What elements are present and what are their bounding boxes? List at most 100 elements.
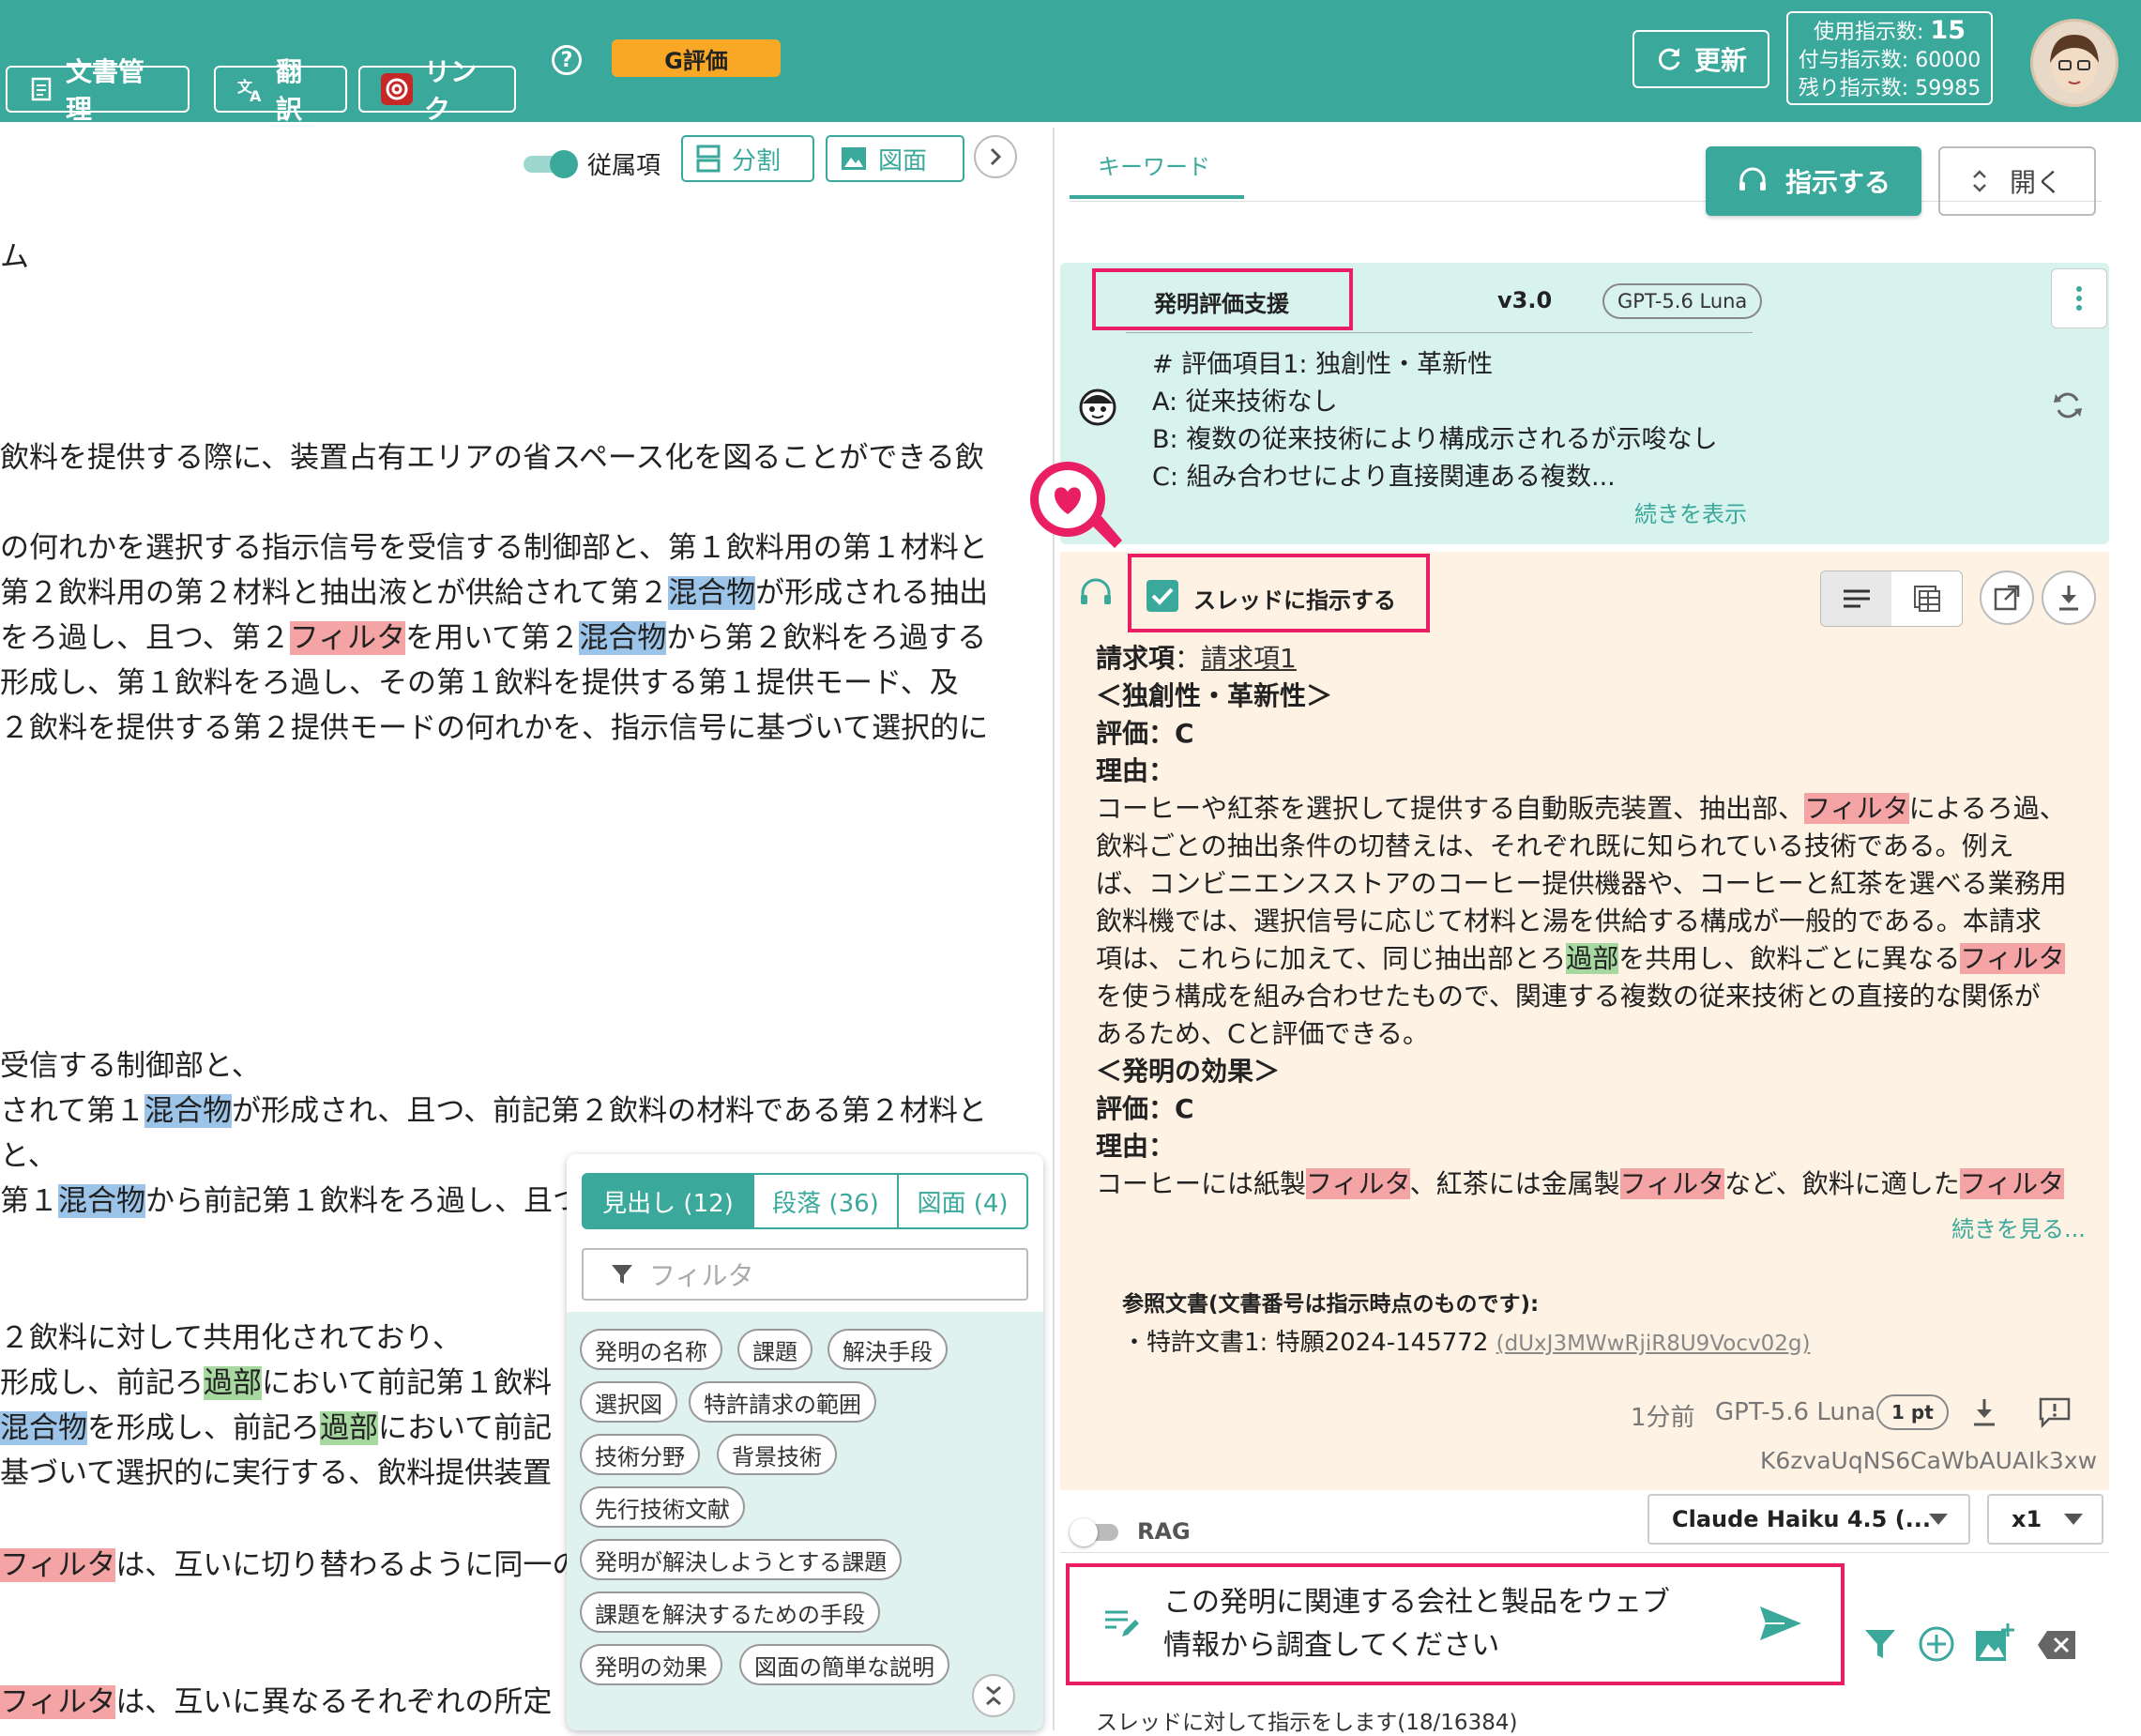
- highlight-term[interactable]: 混合物: [0, 1411, 87, 1445]
- chip-technical-field[interactable]: 技術分野: [580, 1434, 700, 1475]
- highlight-term[interactable]: フィルタ: [1619, 1168, 1725, 1199]
- doc-management-button[interactable]: 文書管理: [6, 56, 190, 125]
- view-toggle-group: [1820, 571, 1963, 627]
- doc-line: 受信する制御部と、: [0, 1049, 261, 1083]
- chip-figure-description[interactable]: 図面の簡単な説明: [739, 1644, 949, 1685]
- download-icon[interactable]: [2042, 571, 2096, 625]
- chip-selected-figure[interactable]: 選択図: [580, 1381, 677, 1423]
- instruct-label: 指示する: [1784, 167, 1890, 198]
- multiplier-select[interactable]: x1: [1987, 1494, 2103, 1545]
- instruct-button[interactable]: 指示する: [1706, 146, 1921, 216]
- tab-paragraphs[interactable]: 段落 (36): [752, 1173, 899, 1229]
- thread-checkbox[interactable]: [1146, 580, 1178, 612]
- assistant-menu-icon[interactable]: [2051, 268, 2107, 328]
- highlight-term[interactable]: フィルタ: [1959, 1168, 2065, 1199]
- claim-sep: ：: [1175, 643, 1202, 674]
- highlight-term[interactable]: フィルタ: [289, 621, 406, 655]
- filter-placeholder: フィルタ: [649, 1260, 754, 1291]
- split-button[interactable]: 分割: [681, 135, 814, 182]
- app-header: 文書管理 文A 翻訳 リンク ? G評価 更新 使用指示数: 15 付与指示数:…: [0, 0, 2141, 125]
- chip-means-to-solve[interactable]: 課題を解決するための手段: [580, 1591, 880, 1633]
- sync-icon[interactable]: [2051, 388, 2085, 422]
- link-button[interactable]: リンク: [358, 56, 516, 125]
- highlight-term[interactable]: フィルタ: [1306, 1168, 1410, 1199]
- open-button[interactable]: 開く: [1938, 146, 2096, 216]
- headset-icon: [1739, 167, 1766, 190]
- dependent-toggle[interactable]: [524, 150, 580, 178]
- reply-line: コーヒーには紙製フィルタ、紅茶には金属製フィルタなど、飲料に適したフィルタ: [1096, 1164, 2065, 1201]
- highlight-term[interactable]: 過部: [320, 1411, 378, 1445]
- highlight-term[interactable]: 混合物: [579, 621, 667, 655]
- favorite-heart-icon[interactable]: [1025, 450, 1137, 563]
- tab-headings[interactable]: 見出し (12): [582, 1173, 754, 1229]
- usage-counter: 使用指示数: 15 付与指示数: 60000 残り指示数: 59985: [1786, 11, 1993, 105]
- reference-item: ・特許文書1: 特願2024-145772 (dUxJ3MWwRjiR8U9Vo…: [1122, 1323, 1810, 1358]
- download-reply-icon[interactable]: [1968, 1396, 2000, 1428]
- clear-input-icon[interactable]: [2036, 1629, 2077, 1661]
- translate-button[interactable]: 文A 翻訳: [214, 56, 347, 125]
- doc-line: 混合物を形成し、前記ろ過部において前記: [0, 1404, 552, 1446]
- claim-link[interactable]: 請求項1: [1201, 643, 1297, 674]
- chip-claims[interactable]: 特許請求の範囲: [689, 1381, 876, 1423]
- doc-line: 形成し、第１飲料をろ過し、その第１飲料を提供する第１提供モード、及: [0, 666, 959, 700]
- reply-text: を共用し、飲料ごとに異なる: [1618, 943, 1961, 974]
- feedback-icon[interactable]: [2038, 1396, 2072, 1429]
- model-select[interactable]: Claude Haiku 4.5 (...: [1648, 1494, 1970, 1545]
- doc-text: をろ過し、且つ、第２: [0, 621, 290, 655]
- highlight-term[interactable]: 混合物: [668, 576, 756, 610]
- filter-input[interactable]: フィルタ: [582, 1248, 1028, 1301]
- chip-background-art[interactable]: 背景技術: [717, 1434, 837, 1475]
- g-eval-badge[interactable]: G評価: [612, 39, 781, 77]
- highlight-term[interactable]: フィルタ: [1960, 943, 2065, 974]
- help-icon[interactable]: ?: [552, 45, 582, 75]
- tab-keyword[interactable]: キーワード: [1098, 148, 1210, 181]
- granted-value: 60000: [1915, 49, 1982, 72]
- chip-solution[interactable]: 解決手段: [828, 1329, 948, 1370]
- tab-figures[interactable]: 図面 (4): [897, 1173, 1028, 1229]
- filter-funnel-icon[interactable]: [1863, 1627, 1897, 1661]
- reason-label: 理由：: [1096, 755, 1176, 786]
- doc-text: 第２飲料用の第２材料と抽出液とが供給されて第２: [0, 576, 669, 610]
- highlight-term[interactable]: 過部: [204, 1366, 262, 1400]
- add-image-icon[interactable]: [1974, 1622, 2015, 1663]
- link-label: リンク: [424, 56, 478, 125]
- user-avatar[interactable]: [2030, 19, 2118, 107]
- highlight-term[interactable]: 過部: [1566, 943, 1619, 974]
- doc-line: ム: [0, 240, 29, 274]
- highlight-term[interactable]: 混合物: [144, 1094, 233, 1128]
- chip-invention-title[interactable]: 発明の名称: [580, 1329, 722, 1370]
- reply-text: など、飲料に適した: [1724, 1168, 1960, 1199]
- reply-line: 項は、これらに加えて、同じ抽出部とろ過部を共用し、飲料ごとに異なるフィルタ: [1096, 938, 2065, 976]
- open-external-icon[interactable]: [1980, 571, 2034, 625]
- chip-problem-to-solve[interactable]: 発明が解決しようとする課題: [580, 1539, 903, 1580]
- collapse-chevron-icon[interactable]: [972, 1674, 1015, 1717]
- remaining-label: 残り指示数:: [1798, 77, 1909, 100]
- highlight-term[interactable]: フィルタ: [0, 1548, 116, 1582]
- doc-line: されて第１混合物が形成され、且つ、前記第２飲料の材料である第２材料と: [0, 1087, 987, 1129]
- refresh-button[interactable]: 更新: [1632, 30, 1769, 88]
- text-view-icon[interactable]: [1821, 571, 1891, 626]
- status-text: スレッドに対して指示をします(18/16384): [1096, 1711, 1518, 1735]
- usage-value: 15: [1930, 16, 1966, 45]
- refresh-label: 更新: [1694, 45, 1748, 76]
- chip-problem[interactable]: 課題: [737, 1329, 812, 1370]
- send-icon[interactable]: [1758, 1603, 1803, 1644]
- show-more-link[interactable]: 続きを表示: [1634, 495, 1747, 528]
- chip-effects[interactable]: 発明の効果: [580, 1644, 722, 1685]
- points-badge: 1 pt: [1876, 1394, 1949, 1430]
- reply-text: コーヒーや紅茶を選択して提供する自動販売装置、抽出部、: [1096, 793, 1805, 824]
- table-view-icon[interactable]: [1891, 571, 1962, 626]
- reference-link[interactable]: (dUxJ3MWwRjiR8U9Vocv02g): [1496, 1332, 1811, 1356]
- figure-button[interactable]: 図面: [826, 135, 964, 182]
- document-icon: [31, 77, 52, 101]
- highlight-term[interactable]: フィルタ: [0, 1685, 116, 1719]
- doc-text: において前記: [378, 1411, 553, 1445]
- doc-line: ２飲料を提供する第２提供モードの何れかを、指示信号に基づいて選択的に: [0, 711, 989, 745]
- chip-prior-art[interactable]: 先行技術文献: [580, 1486, 745, 1528]
- next-chevron-icon[interactable]: [974, 135, 1017, 178]
- rag-toggle[interactable]: [1070, 1518, 1122, 1546]
- highlight-term[interactable]: フィルタ: [1804, 793, 1909, 824]
- add-circle-icon[interactable]: [1918, 1625, 1955, 1663]
- read-more-link[interactable]: 続きを見る...: [1951, 1211, 2086, 1243]
- highlight-term[interactable]: 混合物: [58, 1184, 145, 1218]
